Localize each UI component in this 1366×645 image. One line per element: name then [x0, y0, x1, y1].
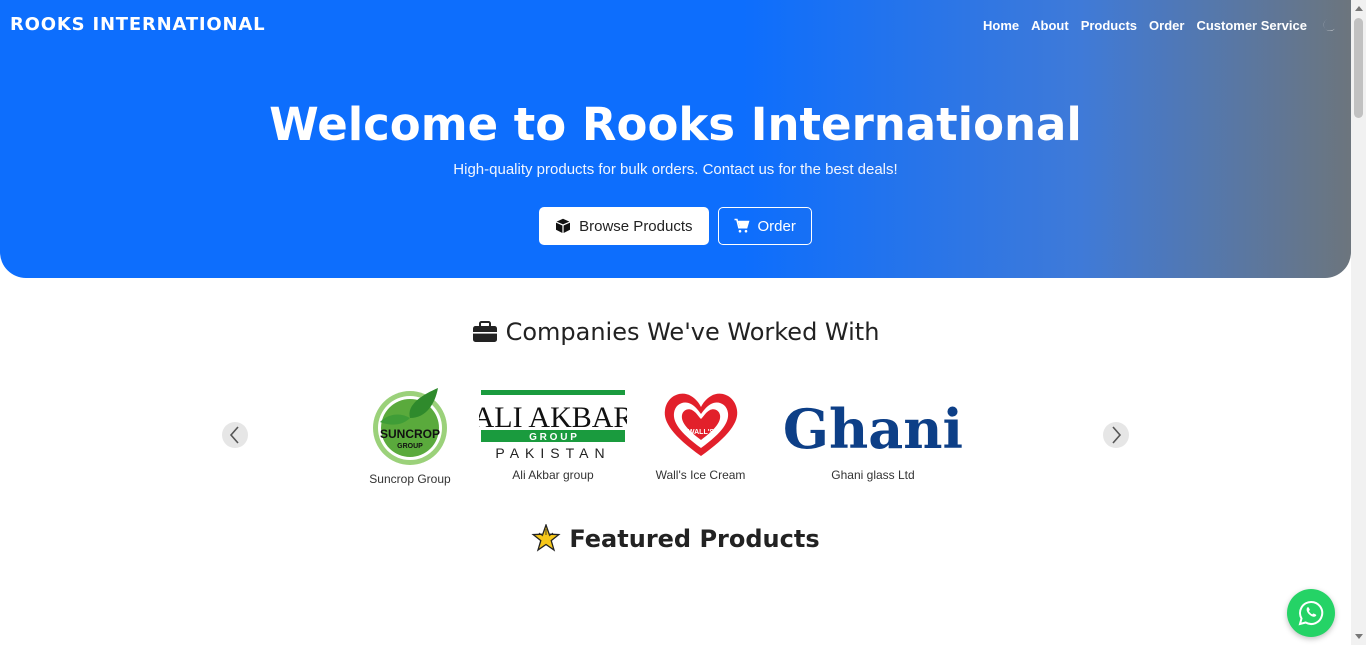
- company-name: Ghani glass Ltd: [831, 468, 915, 482]
- ghani-logo: Ghani: [783, 397, 963, 461]
- chevron-right-icon: [1112, 426, 1122, 444]
- nav-link-home[interactable]: Home: [983, 18, 1019, 33]
- nav-link-order[interactable]: Order: [1149, 18, 1184, 33]
- nav-link-products[interactable]: Products: [1081, 18, 1137, 33]
- brand-logo-text[interactable]: ROOKS INTERNATIONAL: [10, 14, 265, 35]
- star-icon: [531, 524, 561, 552]
- companies-heading: Companies We've Worked With: [0, 318, 1351, 346]
- svg-text:WALL'S: WALL'S: [687, 429, 713, 436]
- ali-akbar-logo: ALI AKBAR G R O U P PAKISTAN: [479, 390, 627, 461]
- browse-products-label: Browse Products: [579, 217, 693, 235]
- featured-products-heading: Featured Products: [0, 524, 1351, 554]
- featured-products-heading-text: Featured Products: [569, 525, 820, 553]
- nav-link-customer-service[interactable]: Customer Service: [1196, 18, 1307, 33]
- company-name: Wall's Ice Cream: [655, 468, 746, 482]
- scroll-thumb[interactable]: [1354, 18, 1363, 118]
- whatsapp-icon: [1298, 600, 1324, 626]
- scroll-up-arrow[interactable]: [1355, 6, 1363, 11]
- browse-products-button[interactable]: Browse Products: [539, 207, 709, 245]
- company-card-ghani: Ghani Ghani glass Ltd: [778, 386, 968, 482]
- main-nav: Home About Products Order Customer Servi…: [983, 17, 1337, 33]
- hero-subtitle: High-quality products for bulk orders. C…: [453, 161, 898, 178]
- nav-link-about[interactable]: About: [1031, 18, 1069, 33]
- svg-text:Ghani: Ghani: [783, 397, 963, 461]
- briefcase-icon: [472, 321, 497, 342]
- hero-buttons: Browse Products Order: [0, 207, 1351, 245]
- walls-heart-logo: WALL'S: [664, 393, 737, 456]
- box-icon: [556, 218, 571, 233]
- page-scrollbar[interactable]: [1351, 0, 1366, 645]
- carousel-next-button[interactable]: [1103, 422, 1129, 448]
- company-card-ali-akbar: ALI AKBAR G R O U P PAKISTAN Ali Akbar g…: [478, 386, 628, 482]
- companies-heading-text: Companies We've Worked With: [505, 318, 880, 346]
- hero-section: ROOKS INTERNATIONAL Home About Products …: [0, 0, 1351, 278]
- company-card-walls: WALL'S Wall's Ice Cream: [648, 386, 753, 482]
- hero-title: Welcome to Rooks International: [269, 98, 1082, 151]
- svg-text:ALI AKBAR: ALI AKBAR: [479, 401, 627, 434]
- svg-text:PAKISTAN: PAKISTAN: [495, 445, 610, 461]
- order-button[interactable]: Order: [717, 207, 812, 245]
- moon-icon[interactable]: [1321, 17, 1337, 33]
- company-name: Suncrop Group: [369, 472, 451, 486]
- svg-text:SUNCROP: SUNCROP: [380, 427, 440, 441]
- svg-text:GROUP: GROUP: [397, 443, 423, 450]
- suncrop-logo: SUNCROP GROUP: [373, 388, 447, 465]
- cart-icon: [734, 218, 749, 233]
- svg-text:G R O U P: G R O U P: [529, 432, 577, 443]
- chevron-left-icon: [229, 426, 239, 444]
- scroll-down-arrow[interactable]: [1355, 634, 1363, 639]
- whatsapp-chat-button[interactable]: [1287, 589, 1335, 637]
- company-name: Ali Akbar group: [512, 468, 594, 482]
- carousel-prev-button[interactable]: [222, 422, 248, 448]
- company-card-suncrop: SUNCROP GROUP Suncrop Group: [360, 386, 460, 486]
- order-label: Order: [757, 217, 796, 235]
